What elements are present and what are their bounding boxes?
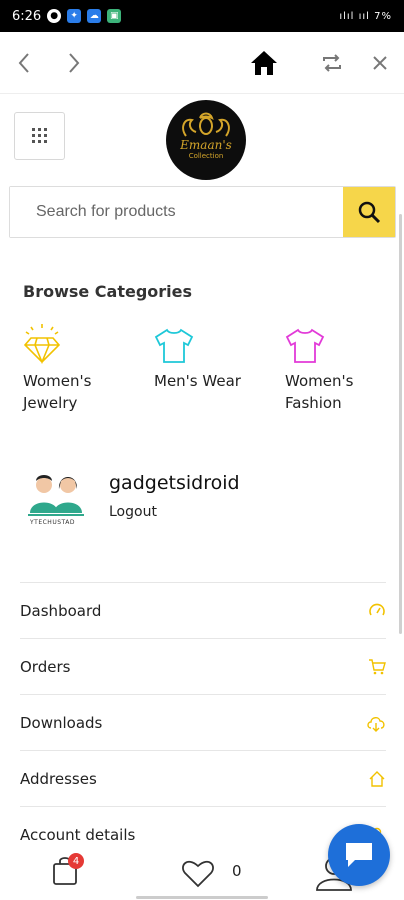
scrollbar[interactable] — [399, 214, 402, 634]
menu-button[interactable] — [14, 112, 65, 160]
menu-item-downloads[interactable]: Downloads — [20, 694, 386, 750]
account-menu: Dashboard Orders Downloads Addresses Acc… — [20, 582, 386, 844]
search-bar — [9, 186, 396, 238]
category-womens-jewelry[interactable]: Women's Jewelry — [23, 320, 133, 414]
gauge-icon — [369, 603, 385, 615]
username: gadgetsidroid — [109, 472, 240, 494]
chat-button[interactable] — [328, 824, 390, 886]
home-button[interactable] — [246, 32, 282, 94]
home-icon — [251, 51, 277, 75]
category-label: Men's Wear — [154, 372, 241, 390]
menu-item-orders[interactable]: Orders — [20, 638, 386, 694]
chevron-right-icon — [69, 53, 80, 73]
signal-status: ılıl ııl 7% — [339, 10, 392, 22]
category-mens-wear[interactable]: Men's Wear — [154, 320, 264, 392]
category-label: Women's Jewelry — [23, 372, 92, 412]
grid-menu-icon — [31, 128, 47, 143]
page-content: Emaan's Collection Browse Categories Wom… — [0, 94, 404, 844]
shirt-icon — [285, 328, 325, 363]
browse-categories-title: Browse Categories — [23, 282, 193, 301]
cloud-icon: ☁ — [87, 9, 102, 23]
site-logo[interactable]: Emaan's Collection — [166, 100, 246, 180]
repeat-icon — [323, 54, 341, 72]
logo-sub-text: Collection — [188, 152, 224, 160]
heart-icon — [182, 860, 214, 888]
menu-item-label: Addresses — [20, 769, 97, 788]
cloud-download-icon — [367, 716, 385, 732]
home-icon — [369, 770, 385, 787]
shirt-icon — [154, 328, 194, 363]
status-time: 6:26 — [12, 8, 42, 24]
close-button[interactable] — [368, 32, 392, 94]
notification-icon: ● — [47, 9, 62, 23]
app-icon: ▣ — [107, 9, 122, 23]
forward-button[interactable] — [60, 32, 88, 94]
menu-item-label: Dashboard — [20, 601, 102, 620]
app-icon: ✦ — [67, 9, 82, 23]
search-input[interactable] — [10, 187, 343, 237]
category-label: Women's Fashion — [285, 372, 354, 412]
cart-count-badge: 4 — [68, 853, 84, 869]
wishlist-count: 0 — [232, 862, 242, 880]
menu-item-account-details[interactable]: Account details — [20, 806, 386, 844]
menu-item-label: Account details — [20, 825, 136, 844]
menu-item-label: Orders — [20, 657, 71, 676]
menu-item-label: Downloads — [20, 713, 103, 732]
logout-link[interactable]: Logout — [109, 504, 157, 520]
menu-item-addresses[interactable]: Addresses — [20, 750, 386, 806]
chevron-left-icon — [18, 53, 29, 73]
logo-emblem-icon — [182, 112, 230, 137]
browser-toolbar — [0, 32, 404, 94]
home-indicator — [136, 896, 268, 899]
search-button[interactable] — [343, 187, 395, 237]
avatar-caption: YTECHUSTAD — [30, 519, 75, 526]
chat-bubble-icon — [346, 843, 372, 867]
refresh-button[interactable] — [318, 32, 346, 94]
close-icon — [373, 56, 387, 70]
menu-item-dashboard[interactable]: Dashboard — [20, 582, 386, 638]
search-icon — [358, 201, 381, 224]
cart-icon — [369, 658, 386, 674]
avatar: YTECHUSTAD — [24, 467, 88, 531]
status-bar: 6:26 ● ✦ ☁ ▣ ılıl ııl 7% — [0, 0, 404, 32]
diamond-icon — [23, 324, 61, 364]
wishlist-button[interactable] — [181, 858, 215, 892]
category-womens-fashion[interactable]: Women's Fashion — [285, 320, 395, 414]
back-button[interactable] — [10, 32, 38, 94]
bottom-toolbar: 4 0 — [0, 824, 404, 900]
